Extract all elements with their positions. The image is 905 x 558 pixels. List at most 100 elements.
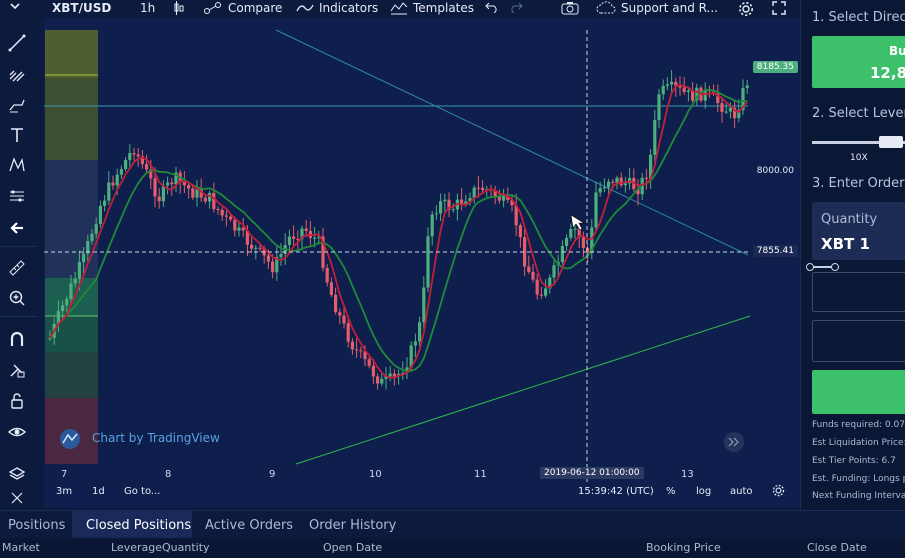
candle-body [422,287,426,323]
candle-body [229,216,233,220]
candle-body [413,341,417,346]
order-panel: 1. Select Direction Bu 12,84 2. Select L… [800,0,905,510]
order-slider-handle[interactable] [806,263,814,271]
candle-body [376,376,380,384]
candle-body [224,215,228,217]
log-toggle[interactable]: log [696,486,711,497]
delete-icon[interactable] [7,488,27,508]
candle-body [61,305,65,312]
tab-order-history[interactable]: Order History [309,518,396,533]
leverage-slider-handle[interactable] [879,136,903,148]
candle-body [665,84,669,86]
range-3m[interactable]: 3m [56,486,72,497]
order-input-1[interactable] [812,272,905,312]
tab-closed-positions[interactable]: Closed Positions [86,518,191,533]
chart-canvas[interactable] [44,18,800,482]
watermark[interactable]: Chart by TradingView [92,431,220,445]
chart-settings-icon[interactable] [772,484,785,500]
candle-body [191,188,195,198]
candle-body [350,341,354,350]
pattern-icon[interactable] [7,155,27,175]
eye-icon[interactable] [7,422,27,442]
magnet-icon[interactable] [7,329,27,349]
crosshair-time-label: 2019-06-12 01:00:00 [540,467,644,479]
col-quantity[interactable]: Quantity [162,541,210,554]
quantity-value: XBT 1 [821,235,870,253]
candle-body [581,237,585,248]
undo-icon[interactable] [485,1,499,13]
order-input-2[interactable] [812,320,905,362]
candle-body [296,238,300,240]
tab-positions[interactable]: Positions [8,518,65,533]
candle-body [598,188,602,193]
quantity-label: Quantity [821,212,878,227]
candle-body [304,228,308,231]
redo-icon[interactable] [509,1,523,13]
prediction-icon[interactable] [7,186,27,206]
trend-line-icon[interactable] [7,33,27,53]
brush-icon[interactable] [7,95,27,115]
scroll-right-button[interactable] [724,432,744,452]
support-resistance-button[interactable]: Support and R... [596,1,718,15]
candle-body [518,225,522,238]
interval-selector[interactable]: 1h [140,1,155,15]
text-tool-icon[interactable] [7,125,27,145]
col-leverage[interactable]: Leverage [111,541,162,554]
x-tick: 13 [681,469,694,480]
candle-body [451,209,455,211]
buy-button[interactable]: Bu 12,84 [812,36,905,88]
camera-icon[interactable] [561,1,579,15]
place-order-button[interactable] [812,370,905,414]
candle-body [271,261,275,273]
percent-toggle[interactable]: % [666,486,676,497]
zoom-in-icon[interactable] [7,288,27,308]
quantity-field[interactable]: Quantity XBT 1 [812,202,905,260]
x-tick: 11 [474,469,487,480]
fullscreen-icon[interactable] [772,1,786,15]
candle-body [367,359,371,366]
candle-body [98,205,102,225]
candle-body [94,224,98,234]
candle-body [443,199,447,202]
price-chart[interactable]: Chart by TradingView 8185.35 8000.00 785… [44,18,800,508]
candle-body [565,237,569,246]
arrow-left-icon[interactable] [7,218,27,238]
funds-required: Funds required: 0.070 [812,420,905,430]
goto-button[interactable]: Go to... [124,486,160,497]
templates-button[interactable]: Templates [390,1,474,15]
tradingview-logo[interactable] [60,429,80,449]
col-open-date[interactable]: Open Date [323,541,382,554]
fib-tool-icon[interactable] [7,64,27,84]
gear-icon[interactable] [738,1,754,17]
auto-toggle[interactable]: auto [730,486,753,497]
candle-body [569,228,573,238]
ruler-icon[interactable] [7,258,27,278]
col-close-date[interactable]: Close Date [807,541,867,554]
candle-body [203,197,207,202]
candle-type-icon[interactable] [173,1,185,15]
candle-body [338,312,342,316]
chevron-down-icon[interactable] [10,1,20,11]
toolbar-divider [0,316,38,317]
candle-body [623,183,627,186]
candle-body [615,177,619,183]
utc-clock[interactable]: 15:39:42 (UTC) [578,486,654,497]
candle-body [128,153,132,160]
lock-drawing-icon[interactable] [7,360,27,380]
layers-icon[interactable] [7,464,27,484]
trading-app: XBT/USD 1h Compare Indicators Templates … [0,0,905,558]
compare-button[interactable]: Compare [203,1,282,15]
indicators-button[interactable]: Indicators [296,1,378,15]
est-tier-points: Est Tier Points: 6.7 [812,456,896,466]
symbol-selector[interactable]: XBT/USD [52,1,111,15]
col-booking-price[interactable]: Booking Price [646,541,721,554]
col-market[interactable]: Market [2,541,40,554]
candle-body [250,244,254,249]
lock-icon[interactable] [7,391,27,411]
candle-body [136,154,140,157]
candle-body [670,81,674,85]
range-1d[interactable]: 1d [92,486,105,497]
tab-active-orders[interactable]: Active Orders [205,518,293,533]
candle-body [157,196,161,202]
order-slider-handle[interactable] [831,263,839,271]
